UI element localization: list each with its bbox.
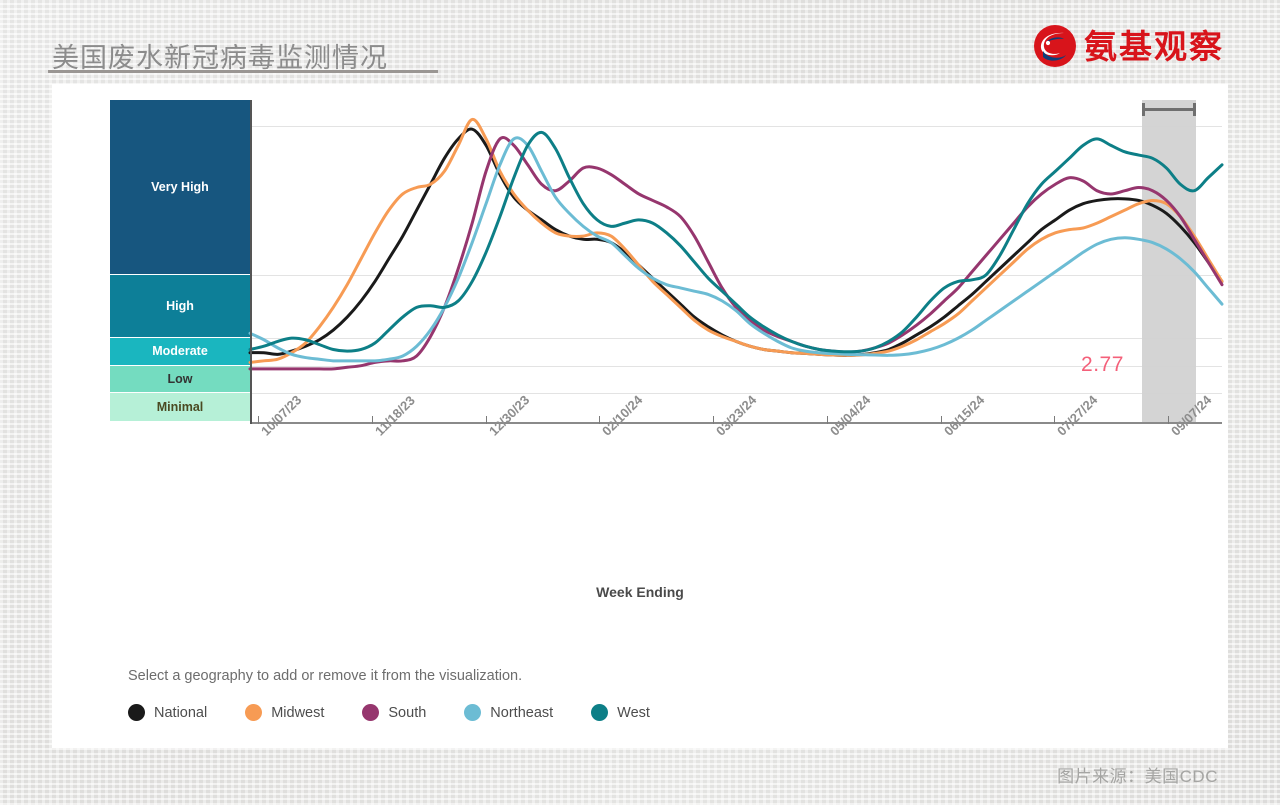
x-axis-title: Week Ending — [596, 584, 684, 600]
series-lines — [250, 100, 1222, 424]
tick-mark — [258, 416, 259, 424]
y-category-band: Very High — [110, 100, 250, 275]
legend-hint-text: Select a geography to add or remove it f… — [128, 668, 523, 684]
y-category-label: Low — [167, 371, 193, 386]
brand-name: 氨基观察 — [1084, 26, 1224, 66]
y-category-band: Low — [110, 365, 250, 393]
legend-item-midwest[interactable]: Midwest — [245, 704, 324, 721]
legend-swatch-icon — [128, 704, 145, 721]
x-axis-ticks: 10/07/23 11/18/23 12/30/23 02/10/24 03/23/24… — [250, 392, 1280, 494]
legend-label: Midwest — [271, 704, 325, 721]
tick-mark — [485, 416, 487, 424]
legend-swatch-icon — [591, 704, 609, 721]
legend: Select a geography to add or remove it f… — [128, 668, 688, 721]
brand-logo: 氨基观察 — [1033, 24, 1224, 68]
chart-plot-area: Very High High Moderate Low Minimal 2.77 — [110, 100, 1222, 424]
series-line — [250, 137, 1222, 369]
legend-item-west[interactable]: West — [591, 704, 650, 721]
legend-items: National Midwest South Northeast West — [128, 704, 688, 721]
y-axis-line — [250, 100, 252, 424]
legend-label: South — [388, 704, 427, 721]
y-category-label: High — [166, 299, 194, 314]
legend-swatch-icon — [362, 704, 380, 721]
legend-swatch-icon — [245, 704, 263, 721]
tick-mark — [826, 416, 828, 424]
tick-mark — [713, 416, 714, 424]
y-category-label: Minimal — [156, 399, 204, 414]
tick-mark — [940, 416, 942, 424]
y-category-label: Moderate — [152, 344, 208, 359]
legend-item-northeast[interactable]: Northeast — [464, 704, 553, 721]
legend-item-national[interactable]: National — [128, 704, 207, 721]
legend-label: National — [154, 704, 208, 721]
tick-mark — [371, 416, 373, 424]
plot-inner: 2.77 — [250, 100, 1222, 424]
legend-label: West — [617, 704, 650, 721]
chart-card: Very High High Moderate Low Minimal 2.77 10/… — [52, 84, 1228, 748]
series-line — [250, 119, 1222, 362]
latest-value-callout: 2.77 — [1081, 352, 1124, 376]
y-category-label: Very High — [151, 179, 209, 194]
tick-mark — [599, 416, 601, 424]
y-category-band: Moderate — [110, 338, 250, 366]
legend-item-south[interactable]: South — [362, 704, 426, 721]
brand-mark-icon — [1033, 24, 1077, 68]
y-category-band: High — [110, 274, 250, 339]
y-axis-category-bands: Very High High Moderate Low Minimal — [110, 100, 250, 424]
legend-label: Northeast — [490, 704, 554, 721]
tick-mark — [1168, 416, 1169, 424]
legend-swatch-icon — [464, 704, 482, 721]
title-underline-rule — [48, 70, 438, 73]
source-note: 图片来源：美国CDC — [1057, 767, 1218, 786]
series-line — [250, 132, 1222, 351]
slide-header: 美国废水新冠病毒监测情况 氨基观察 — [0, 0, 1280, 84]
y-category-band: Minimal — [110, 392, 250, 423]
tick-mark — [1054, 416, 1056, 424]
